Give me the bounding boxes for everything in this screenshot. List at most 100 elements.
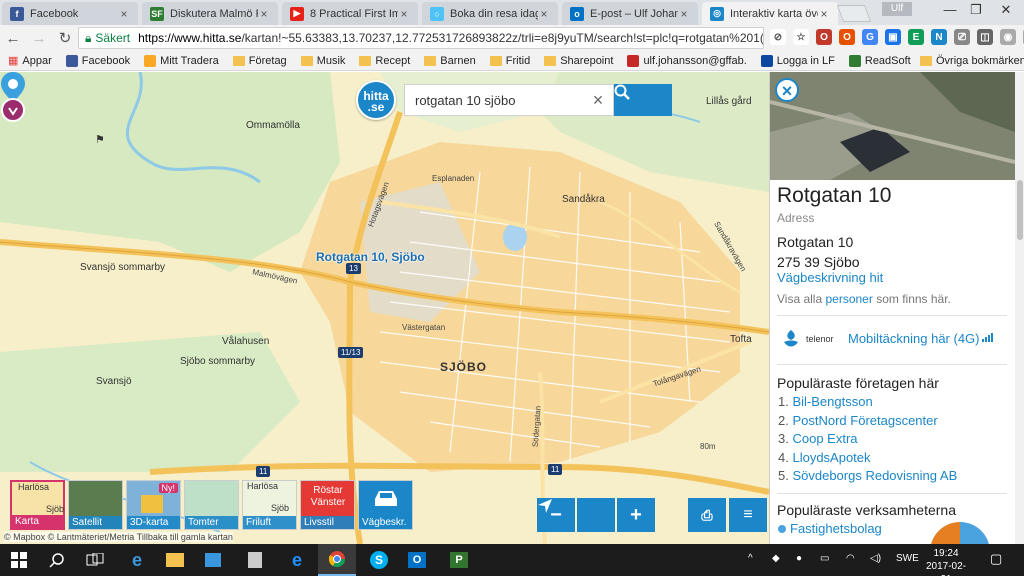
ext-icon[interactable]: ◫ <box>977 29 993 45</box>
my-location-button[interactable] <box>538 498 615 532</box>
tab-diskutera[interactable]: SF Diskutera Malmö FF × <box>142 2 278 25</box>
address-bar[interactable]: 🔒︎ Säkert https://www.hitta.se/kartan!~5… <box>78 27 764 49</box>
skype-icon[interactable]: S <box>360 544 398 576</box>
notifications-icon[interactable]: ▢ <box>990 551 1002 567</box>
close-icon[interactable]: × <box>118 7 130 21</box>
layer-karta[interactable]: Harlösa Sjöb Karta <box>10 480 65 530</box>
bookmark-foretag[interactable]: Företag <box>232 55 287 67</box>
close-icon[interactable]: × <box>538 7 550 21</box>
onenote-icon[interactable]: N <box>931 29 947 45</box>
star-icon[interactable]: ☆ <box>793 29 809 45</box>
company-item[interactable]: 5. Sövdeborgs Redovisning AB <box>778 468 957 487</box>
location-pin-icon[interactable] <box>0 72 26 122</box>
evernote-icon[interactable]: E <box>908 29 924 45</box>
close-icon[interactable]: × <box>818 7 830 21</box>
search-icon[interactable] <box>38 544 76 576</box>
company-item[interactable]: 2. PostNord Företagscenter <box>778 413 957 432</box>
windows-start-icon[interactable] <box>0 544 38 576</box>
map-canvas[interactable]: Ommamölla Lillås gård Esplanaden Sandåkr… <box>0 72 769 544</box>
hitta-logo[interactable]: hitta .se <box>356 80 396 120</box>
wifi-icon[interactable]: ◠ <box>846 553 855 564</box>
layer-livsstil[interactable]: Röstar Vänster Livsstil <box>300 480 355 530</box>
store-icon[interactable] <box>194 544 232 576</box>
panel-scrollbar[interactable] <box>1015 72 1024 544</box>
outlook-icon[interactable]: O <box>398 544 436 576</box>
layer-vagbeskr[interactable]: Vägbeskr. <box>358 480 413 530</box>
back-icon[interactable]: ← <box>0 30 26 47</box>
edge-icon[interactable]: e <box>118 544 156 576</box>
volume-icon[interactable]: ◁) <box>870 553 881 564</box>
tray-app-icon[interactable]: ◆ <box>772 553 780 564</box>
coverage-link[interactable]: Mobiltäckning här (4G) <box>848 331 980 346</box>
new-tab-button[interactable] <box>836 5 872 22</box>
bookmark-fritid[interactable]: Fritid <box>489 55 530 67</box>
ie-icon[interactable]: e <box>278 544 316 576</box>
bookmark-readsoft[interactable]: ReadSoft <box>848 54 911 67</box>
layer-satellit[interactable]: Satellit <box>68 480 123 530</box>
layer-friluft[interactable]: Harlösa Sjöb Friluft <box>242 480 297 530</box>
clear-search-icon[interactable]: × <box>588 89 608 111</box>
elevation-label: 80m <box>700 442 716 451</box>
profile-button[interactable]: Ulf <box>882 2 912 16</box>
minimize-icon[interactable]: — <box>936 2 964 17</box>
bookmark-appar[interactable]: ▦ Appar <box>8 54 52 68</box>
tab-boka[interactable]: ○ Boka din resa idag! | × <box>422 2 558 25</box>
search-button[interactable] <box>614 84 672 116</box>
close-icon[interactable]: × <box>258 7 270 21</box>
sector-item[interactable]: Fastighetsbolag <box>778 521 882 536</box>
tab-hitta[interactable]: ◎ Interaktiv karta över × <box>702 2 838 25</box>
network-icon[interactable]: ▭ <box>820 553 829 564</box>
bookmark-musik[interactable]: Musik <box>300 55 345 67</box>
camera-icon[interactable]: ◉ <box>1000 29 1016 45</box>
block-icon[interactable]: ⊘ <box>770 29 786 45</box>
menu-button[interactable]: ≡ <box>729 498 767 532</box>
directions-link[interactable]: Vägbeskrivning hit <box>777 270 883 285</box>
tab-facebook[interactable]: f Facebook × <box>2 2 138 25</box>
window-close-icon[interactable]: ✕ <box>992 2 1020 18</box>
company-item[interactable]: 4. LloydsApotek <box>778 450 957 469</box>
bookmark-barnen[interactable]: Barnen <box>424 55 476 67</box>
restore-icon[interactable]: ❐ <box>962 2 990 18</box>
tab-epost[interactable]: o E-post – Ulf Johanss × <box>562 2 698 25</box>
calculator-icon[interactable] <box>236 544 274 576</box>
tab-youtube[interactable]: ▶ 8 Practical First Impr × <box>282 2 418 25</box>
layer-tomter[interactable]: Tomter <box>184 480 239 530</box>
reload-icon[interactable]: ↻ <box>52 29 78 47</box>
tray-chevron-icon[interactable]: ^ <box>748 553 753 564</box>
translate-icon[interactable]: G <box>862 29 878 45</box>
folder-icon <box>489 55 502 66</box>
persons-link[interactable]: personer <box>825 292 872 306</box>
bookmark-recept[interactable]: Recept <box>359 55 410 67</box>
close-panel-button[interactable]: × <box>775 78 799 102</box>
close-icon[interactable]: × <box>398 7 410 21</box>
bookmark-lf[interactable]: Logga in LF <box>760 54 835 67</box>
company-item[interactable]: 1. Bil-Bengtsson <box>778 394 957 413</box>
tab-label: Interaktiv karta över <box>730 7 818 20</box>
chrome-icon[interactable] <box>318 544 356 576</box>
close-icon[interactable]: × <box>678 7 690 21</box>
file-explorer-icon[interactable] <box>156 544 194 576</box>
opera-icon[interactable]: O <box>816 29 832 45</box>
company-item[interactable]: 3. Coop Extra <box>778 431 957 450</box>
language-indicator[interactable]: SWE <box>896 553 919 564</box>
cast-icon[interactable]: ⎚ <box>954 29 970 45</box>
bookmark-other[interactable]: Övriga bokmärken <box>920 55 1024 67</box>
map-attribution[interactable]: © Mapbox © Lantmäteriet/Metria Tillbaka … <box>4 532 233 542</box>
layer-3d-karta[interactable]: Ny! 3D-karta <box>126 480 181 530</box>
clock[interactable]: 19:242017-02-21 <box>922 547 970 576</box>
project-icon[interactable]: P <box>440 544 478 576</box>
search-input[interactable] <box>404 84 614 116</box>
scroll-thumb[interactable] <box>1017 180 1023 240</box>
office-icon[interactable]: O <box>839 29 855 45</box>
bookmark-tradera[interactable]: Mitt Tradera <box>144 54 219 67</box>
screenshot-icon[interactable]: ▣ <box>885 29 901 45</box>
bookmark-sharepoint[interactable]: Sharepoint <box>544 55 613 67</box>
zoom-in-button[interactable]: + <box>617 498 655 532</box>
bookmark-mail[interactable]: ulf.johansson@gffab. <box>627 54 747 67</box>
bookmark-facebook[interactable]: Facebook <box>65 54 130 67</box>
task-view-icon[interactable] <box>76 544 114 576</box>
tray-app-icon[interactable]: ● <box>796 553 802 564</box>
print-button[interactable]: ⎙ <box>688 498 726 532</box>
pin-label[interactable]: Rotgatan 10, Sjöbo <box>316 250 425 264</box>
forward-icon[interactable]: → <box>26 30 52 47</box>
